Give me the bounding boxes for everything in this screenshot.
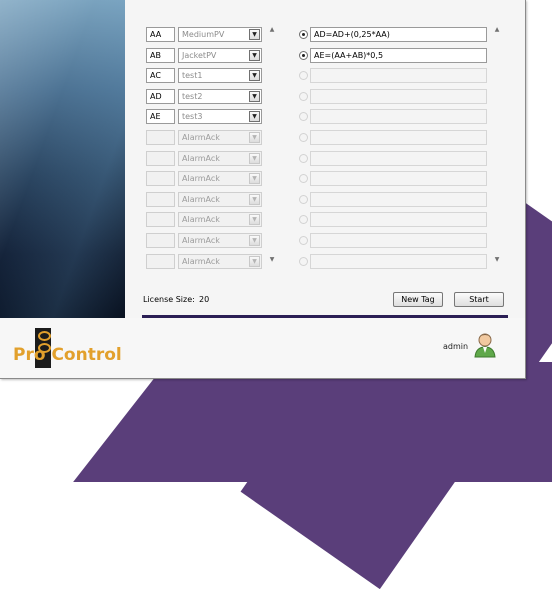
dropdown-arrow-icon[interactable]: ▼: [249, 29, 260, 40]
tag-code-field[interactable]: AA: [146, 27, 175, 42]
user-name: admin: [443, 342, 469, 351]
tag-source-value: JacketPV: [182, 50, 217, 60]
tag-source-select[interactable]: AlarmAck ▼: [178, 253, 262, 269]
formula-radio[interactable]: [299, 256, 308, 266]
formula-field[interactable]: [310, 109, 487, 125]
formula-field[interactable]: [310, 88, 487, 104]
background-stripe: [73, 362, 552, 482]
formula-field[interactable]: [310, 171, 487, 187]
formula-radio[interactable]: [299, 215, 308, 225]
dropdown-arrow-icon[interactable]: ▼: [249, 152, 260, 164]
app-window: AA MediumPV ▼ AB JacketPV ▼ AC test1 ▼ AD test2 ▼ AE…: [0, 0, 526, 379]
formula-radio[interactable]: [299, 153, 308, 163]
dropdown-arrow-icon[interactable]: ▼: [249, 235, 260, 246]
license-size-value: 20: [199, 295, 210, 304]
new-tag-button[interactable]: New Tag: [393, 292, 443, 307]
start-button[interactable]: Start: [454, 292, 504, 307]
formula-radio[interactable]: [299, 174, 308, 184]
tag-source-select[interactable]: test2 ▼: [178, 88, 262, 104]
tag-source-select[interactable]: AlarmAck ▼: [178, 150, 262, 166]
tag-source-value: test3: [182, 112, 203, 122]
formula-radio[interactable]: [299, 30, 308, 39]
tag-code-field[interactable]: AB: [146, 47, 175, 63]
tag-source-select[interactable]: AlarmAck ▼: [178, 171, 262, 187]
scroll-up-icon[interactable]: ▲: [267, 25, 277, 35]
dropdown-arrow-icon[interactable]: ▼: [249, 49, 260, 61]
tag-code-field[interactable]: AC: [146, 68, 175, 84]
formula-field[interactable]: [310, 233, 487, 248]
tag-code-field[interactable]: [146, 253, 175, 269]
formula-field[interactable]: [310, 68, 487, 84]
dropdown-arrow-icon[interactable]: ▼: [249, 214, 260, 226]
user-avatar-icon[interactable]: [474, 332, 496, 358]
formula-field[interactable]: [310, 212, 487, 228]
tag-source-value: AlarmAck: [182, 256, 220, 266]
dropdown-arrow-icon[interactable]: ▼: [249, 70, 260, 82]
formula-radio[interactable]: [299, 91, 308, 101]
tag-code-field[interactable]: [146, 191, 175, 207]
dropdown-arrow-icon[interactable]: ▼: [249, 193, 260, 205]
tag-source-value: AlarmAck: [182, 153, 220, 163]
formula-field[interactable]: [310, 150, 487, 166]
dropdown-arrow-icon[interactable]: ▼: [249, 255, 260, 267]
tag-source-value: test2: [182, 91, 203, 101]
tag-source-value: AlarmAck: [182, 174, 220, 184]
tag-source-value: test1: [182, 71, 203, 81]
scroll-down-icon[interactable]: ▼: [267, 255, 277, 265]
tag-code-field[interactable]: AD: [146, 88, 175, 104]
tag-code-field[interactable]: [146, 212, 175, 228]
tag-source-value: AlarmAck: [182, 194, 220, 204]
tag-code-field[interactable]: [146, 130, 175, 145]
tag-list-scrollbar[interactable]: ▲ ▼: [267, 25, 277, 265]
tag-source-value: AlarmAck: [182, 236, 220, 245]
scroll-up-icon[interactable]: ▲: [492, 25, 502, 35]
tag-code-field[interactable]: [146, 171, 175, 187]
formula-radio[interactable]: [299, 133, 308, 142]
tag-code-field[interactable]: [146, 150, 175, 166]
formula-radio[interactable]: [299, 71, 308, 81]
formula-field[interactable]: [310, 130, 487, 145]
tag-source-value: AlarmAck: [182, 133, 220, 142]
tag-source-select[interactable]: MediumPV ▼: [178, 27, 262, 42]
formula-radio[interactable]: [299, 236, 308, 245]
tag-source-select[interactable]: AlarmAck ▼: [178, 233, 262, 248]
tag-code-field[interactable]: AE: [146, 109, 175, 125]
tag-source-select[interactable]: JacketPV ▼: [178, 47, 262, 63]
formula-field[interactable]: AD=AD+(0,25*AA): [310, 27, 487, 42]
dropdown-arrow-icon[interactable]: ▼: [249, 90, 260, 102]
tag-source-value: MediumPV: [182, 30, 225, 39]
tag-source-select[interactable]: test1 ▼: [178, 68, 262, 84]
tag-source-select[interactable]: AlarmAck ▼: [178, 212, 262, 228]
formula-radio[interactable]: [299, 112, 308, 122]
side-image-panel: [0, 0, 125, 318]
tag-source-select[interactable]: AlarmAck ▼: [178, 191, 262, 207]
dropdown-arrow-icon[interactable]: ▼: [249, 132, 260, 143]
formula-list-scrollbar[interactable]: ▲ ▼: [492, 25, 502, 265]
tag-source-select[interactable]: AlarmAck ▼: [178, 130, 262, 145]
tag-source-value: AlarmAck: [182, 215, 220, 225]
dropdown-arrow-icon[interactable]: ▼: [249, 111, 260, 123]
formula-radio[interactable]: [299, 50, 308, 60]
scroll-down-icon[interactable]: ▼: [492, 255, 502, 265]
tag-source-select[interactable]: test3 ▼: [178, 109, 262, 125]
tag-code-field[interactable]: [146, 233, 175, 248]
license-size-label: License Size:: [143, 295, 195, 304]
dropdown-arrow-icon[interactable]: ▼: [249, 173, 260, 185]
brand-logo-text: Pro Control: [13, 345, 122, 365]
formula-field[interactable]: AE=(AA+AB)*0,5: [310, 47, 487, 63]
formula-field[interactable]: [310, 191, 487, 207]
formula-field[interactable]: [310, 253, 487, 269]
formula-radio[interactable]: [299, 194, 308, 204]
